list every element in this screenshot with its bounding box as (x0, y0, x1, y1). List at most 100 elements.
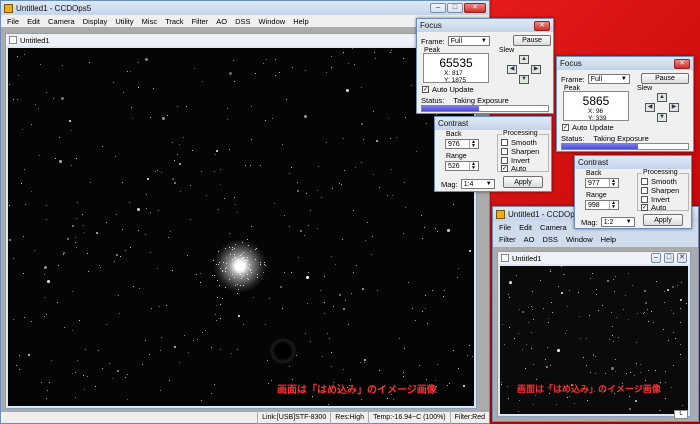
menu-camera[interactable]: Camera (44, 17, 79, 26)
menu-utility[interactable]: Utility (111, 17, 137, 26)
star (306, 193, 307, 194)
menu-track[interactable]: Track (161, 17, 187, 26)
invert-checkbox[interactable] (641, 196, 648, 203)
slew-down-icon[interactable]: ▼ (657, 113, 667, 122)
main-titlebar[interactable]: Untitled1 - CCDOps5 – □ ✕ (1, 1, 489, 15)
star (355, 167, 356, 168)
star (374, 52, 375, 53)
invert-checkbox[interactable] (501, 157, 508, 164)
star (13, 258, 14, 259)
slew-up-icon[interactable]: ▲ (657, 93, 667, 102)
secondary-document-titlebar[interactable]: Untitled1 – □ ✕ (498, 252, 690, 264)
cluster-star (260, 262, 261, 263)
apply-button[interactable]: Apply (643, 214, 683, 226)
menu-window[interactable]: Window (255, 17, 290, 26)
star (172, 270, 173, 271)
star (222, 298, 223, 299)
slew-down-icon[interactable]: ▼ (519, 75, 529, 84)
star (76, 218, 77, 219)
close-icon[interactable]: ✕ (464, 3, 486, 13)
apply-button[interactable]: Apply (503, 176, 543, 188)
star (616, 317, 617, 318)
doc-close-icon[interactable]: ✕ (677, 253, 687, 263)
star (24, 54, 25, 55)
smooth-checkbox[interactable] (501, 139, 508, 146)
frame-select[interactable]: Full ▼ (587, 74, 630, 84)
star (593, 355, 594, 356)
secondary-menu-file[interactable]: File (495, 223, 515, 232)
star (590, 278, 591, 279)
star (408, 282, 409, 283)
auto-update-checkbox[interactable]: ✓ (562, 124, 569, 131)
frame-select[interactable]: Full ▼ (447, 36, 490, 46)
star (393, 399, 394, 400)
cluster-star (232, 249, 233, 250)
star (106, 222, 107, 223)
secondary-menu-camera[interactable]: Camera (536, 223, 571, 232)
pause-button[interactable]: Pause (513, 35, 551, 46)
sharpen-checkbox[interactable] (501, 148, 508, 155)
slew-right-icon[interactable]: ▶ (669, 103, 679, 112)
star (142, 364, 143, 365)
auto-checkbox[interactable]: ✓ (641, 204, 648, 211)
slew-right-icon[interactable]: ▶ (531, 65, 541, 74)
star (275, 59, 276, 60)
smooth-checkbox[interactable] (641, 178, 648, 185)
slew-left-icon[interactable]: ◀ (645, 103, 655, 112)
star (686, 303, 687, 304)
star (194, 68, 195, 69)
star (628, 273, 629, 274)
auto-checkbox[interactable]: ✓ (501, 165, 508, 172)
menu-dss[interactable]: DSS (231, 17, 254, 26)
minimize-icon[interactable]: – (430, 3, 446, 13)
star (216, 305, 217, 306)
cluster-star (234, 254, 235, 255)
smooth-label: Smooth (651, 177, 677, 186)
secondary-menu-help[interactable]: Help (597, 235, 620, 244)
status-label: Status: (421, 96, 445, 105)
focus-small-titlebar[interactable]: Focus ✕ (557, 57, 693, 70)
cluster-star (218, 251, 219, 252)
menu-display[interactable]: Display (79, 17, 112, 26)
secondary-menu-filter[interactable]: Filter (495, 235, 520, 244)
star (174, 182, 176, 184)
contrast-small-titlebar[interactable]: Contrast (575, 156, 691, 169)
menu-edit[interactable]: Edit (23, 17, 44, 26)
menu-ao[interactable]: AO (212, 17, 231, 26)
menu-filter[interactable]: Filter (188, 17, 213, 26)
secondary-menu-dss[interactable]: DSS (539, 235, 562, 244)
sharpen-checkbox[interactable] (641, 187, 648, 194)
mag-select[interactable]: 1:2 ▼ (600, 217, 635, 227)
cluster-star (247, 239, 248, 240)
range-spinner[interactable]: 526 ▲ ▼ (445, 161, 479, 171)
mag-select[interactable]: 1:4 ▼ (460, 179, 495, 189)
secondary-menu-window[interactable]: Window (562, 235, 597, 244)
contrast-large-titlebar[interactable]: Contrast (435, 117, 551, 130)
back-spinner[interactable]: 976 ▲ ▼ (445, 139, 479, 149)
star (509, 327, 510, 328)
maximize-icon[interactable]: □ (447, 3, 463, 13)
focus-large-titlebar[interactable]: Focus ✕ (417, 19, 553, 32)
star-image[interactable] (8, 48, 474, 406)
focus-large-close-icon[interactable]: ✕ (534, 20, 550, 31)
doc-minimize-icon[interactable]: – (651, 253, 661, 263)
star (458, 368, 459, 369)
auto-update-checkbox[interactable]: ✓ (422, 86, 429, 93)
star (72, 330, 73, 331)
focus-small-close-icon[interactable]: ✕ (674, 58, 690, 69)
cluster-star (226, 267, 227, 268)
star (437, 231, 438, 232)
menu-help[interactable]: Help (289, 17, 312, 26)
slew-up-icon[interactable]: ▲ (519, 55, 529, 64)
secondary-menu-ao[interactable]: AO (520, 235, 539, 244)
document-titlebar[interactable]: Untitled1 (6, 34, 476, 46)
pause-button[interactable]: Pause (641, 73, 689, 84)
menu-misc[interactable]: Misc (138, 17, 161, 26)
slew-left-icon[interactable]: ◀ (507, 65, 517, 74)
menu-file[interactable]: File (3, 17, 23, 26)
back-spinner[interactable]: 977 ▲ ▼ (585, 178, 619, 188)
star (651, 311, 652, 312)
secondary-menu-edit[interactable]: Edit (515, 223, 536, 232)
range-spinner[interactable]: 998 ▲ ▼ (585, 200, 619, 210)
doc-maximize-icon[interactable]: □ (664, 253, 674, 263)
